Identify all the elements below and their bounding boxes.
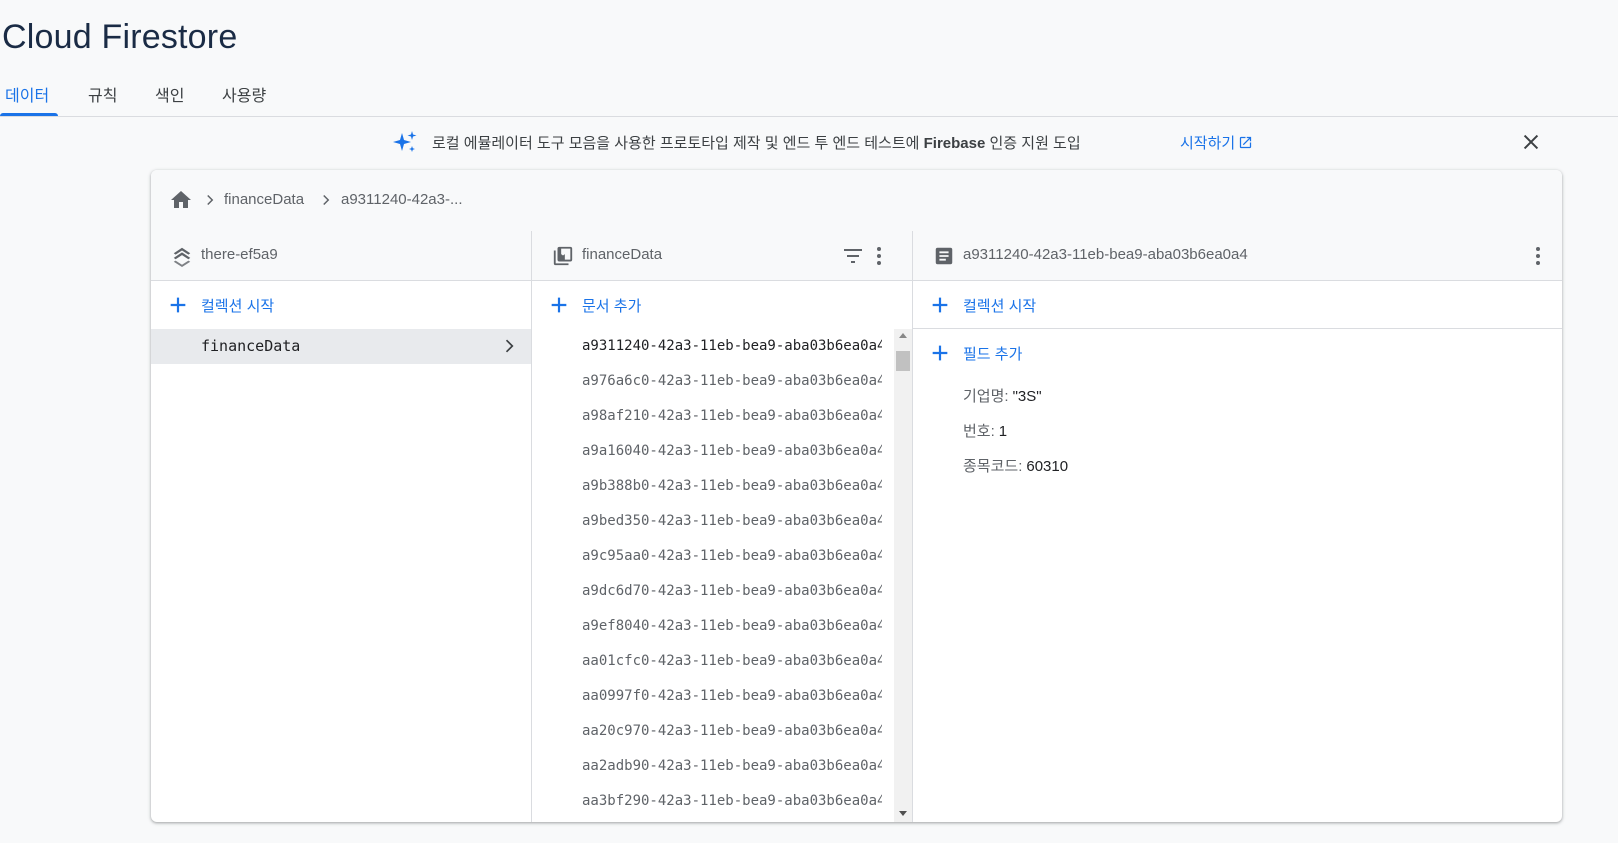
document-item[interactable]: aa20c970-42a3-11eb-bea9-aba03b6ea0a4 — [532, 714, 882, 749]
column-title: a9311240-42a3-11eb-bea9-aba03b6ea0a4 — [963, 246, 1248, 263]
document-item[interactable]: a9dc6d70-42a3-11eb-bea9-aba03b6ea0a4 — [532, 574, 882, 609]
document-item[interactable]: a9b388b0-42a3-11eb-bea9-aba03b6ea0a4 — [532, 469, 882, 504]
add-icon — [932, 345, 948, 361]
get-started-link[interactable]: 시작하기 — [1180, 132, 1253, 153]
document-item[interactable]: a976a6c0-42a3-11eb-bea9-aba03b6ea0a4 — [532, 364, 882, 399]
close-icon[interactable] — [1520, 131, 1542, 153]
tab-label: 규칙 — [88, 88, 118, 105]
document-item[interactable]: a98af210-42a3-11eb-bea9-aba03b6ea0a4 — [532, 399, 882, 434]
document-item[interactable]: a9ef8040-42a3-11eb-bea9-aba03b6ea0a4 — [532, 609, 882, 644]
active-tab-indicator — [0, 113, 58, 116]
document-icon — [935, 247, 953, 265]
document-item[interactable]: a9311240-42a3-11eb-bea9-aba03b6ea0a4 — [532, 329, 882, 364]
open-in-new-icon — [1240, 136, 1252, 149]
root-column: there-ef5a9 컬렉션 시작 financeData — [151, 231, 532, 822]
add-icon — [551, 297, 567, 313]
add-icon — [932, 297, 948, 313]
database-icon — [173, 247, 191, 267]
document-item[interactable]: a9c95aa0-42a3-11eb-bea9-aba03b6ea0a4 — [532, 539, 882, 574]
home-icon[interactable] — [169, 188, 193, 212]
scroll-up-arrow[interactable] — [899, 333, 907, 338]
breadcrumb-item-collection[interactable]: financeData — [224, 191, 304, 208]
collection-item[interactable]: financeData — [151, 329, 531, 364]
tab-label: 데이터 — [5, 88, 50, 105]
field-row[interactable]: 번호: 1 — [963, 420, 1007, 441]
tab-bar: 데이터 규칙 색인 사용량 — [0, 78, 1618, 117]
column-title: financeData — [582, 246, 663, 263]
collection-column: financeData 문서 추가 a9311240-42a3-11eb-bea… — [532, 231, 913, 822]
document-item[interactable]: aa3bf290-42a3-11eb-bea9-aba03b6ea0a4 — [532, 784, 882, 819]
field-row[interactable]: 기업명: "3S" — [963, 385, 1042, 406]
field-row[interactable]: 종목코드: 60310 — [963, 455, 1068, 476]
tab-label: 사용량 — [222, 88, 267, 105]
tab-rules[interactable]: 규칙 — [88, 82, 117, 115]
document-item[interactable]: aa2adb90-42a3-11eb-bea9-aba03b6ea0a4 — [532, 749, 882, 784]
scrollbar[interactable] — [894, 329, 912, 822]
tab-label: 색인 — [155, 88, 185, 105]
breadcrumb-item-document[interactable]: a9311240-42a3-... — [341, 191, 463, 208]
document-list: a9311240-42a3-11eb-bea9-aba03b6ea0a4 a976… — [532, 329, 912, 822]
chevron-right-icon — [207, 194, 214, 206]
add-field-button[interactable]: 필드 추가 — [913, 329, 1562, 376]
scroll-down-arrow[interactable] — [899, 811, 907, 816]
document-item[interactable]: aa01cfc0-42a3-11eb-bea9-aba03b6ea0a4 — [532, 644, 882, 679]
chevron-right-icon — [323, 194, 330, 206]
filter-icon[interactable] — [841, 244, 865, 268]
column-header: a9311240-42a3-11eb-bea9-aba03b6ea0a4 — [913, 231, 1562, 281]
sparkle-icon — [393, 131, 417, 152]
banner-message: 로컬 에뮬레이터 도구 모음을 사용한 프로토타입 제작 및 엔드 투 엔드 테… — [432, 135, 1081, 152]
document-item[interactable]: a9bed350-42a3-11eb-bea9-aba03b6ea0a4 — [532, 504, 882, 539]
add-document-button[interactable]: 문서 추가 — [532, 281, 912, 328]
column-title: there-ef5a9 — [201, 246, 278, 263]
scroll-thumb[interactable] — [896, 351, 910, 371]
tab-indexes[interactable]: 색인 — [155, 82, 184, 115]
column-header: financeData — [532, 231, 912, 281]
page-title: Cloud Firestore — [2, 18, 238, 56]
document-item[interactable]: a9a16040-42a3-11eb-bea9-aba03b6ea0a4 — [532, 434, 882, 469]
start-collection-button[interactable]: 컬렉션 시작 — [151, 281, 531, 328]
announcement-banner: 로컬 에뮬레이터 도구 모음을 사용한 프로토타입 제작 및 엔드 투 엔드 테… — [0, 122, 1618, 162]
document-column: a9311240-42a3-11eb-bea9-aba03b6ea0a4 컬렉션… — [913, 231, 1562, 822]
data-panel: financeData a9311240-42a3-... there-ef5a… — [151, 170, 1562, 822]
start-collection-button[interactable]: 컬렉션 시작 — [913, 281, 1562, 329]
breadcrumb: financeData a9311240-42a3-... — [151, 170, 1562, 232]
chevron-right-icon — [505, 339, 514, 353]
add-icon — [170, 297, 186, 313]
more-vert-icon[interactable] — [1526, 244, 1550, 268]
collection-icon — [553, 246, 573, 266]
more-vert-icon[interactable] — [867, 244, 891, 268]
tab-data[interactable]: 데이터 — [0, 82, 58, 116]
column-header: there-ef5a9 — [151, 231, 531, 281]
document-item[interactable]: aa0997f0-42a3-11eb-bea9-aba03b6ea0a4 — [532, 679, 882, 714]
tab-usage[interactable]: 사용량 — [222, 82, 266, 115]
